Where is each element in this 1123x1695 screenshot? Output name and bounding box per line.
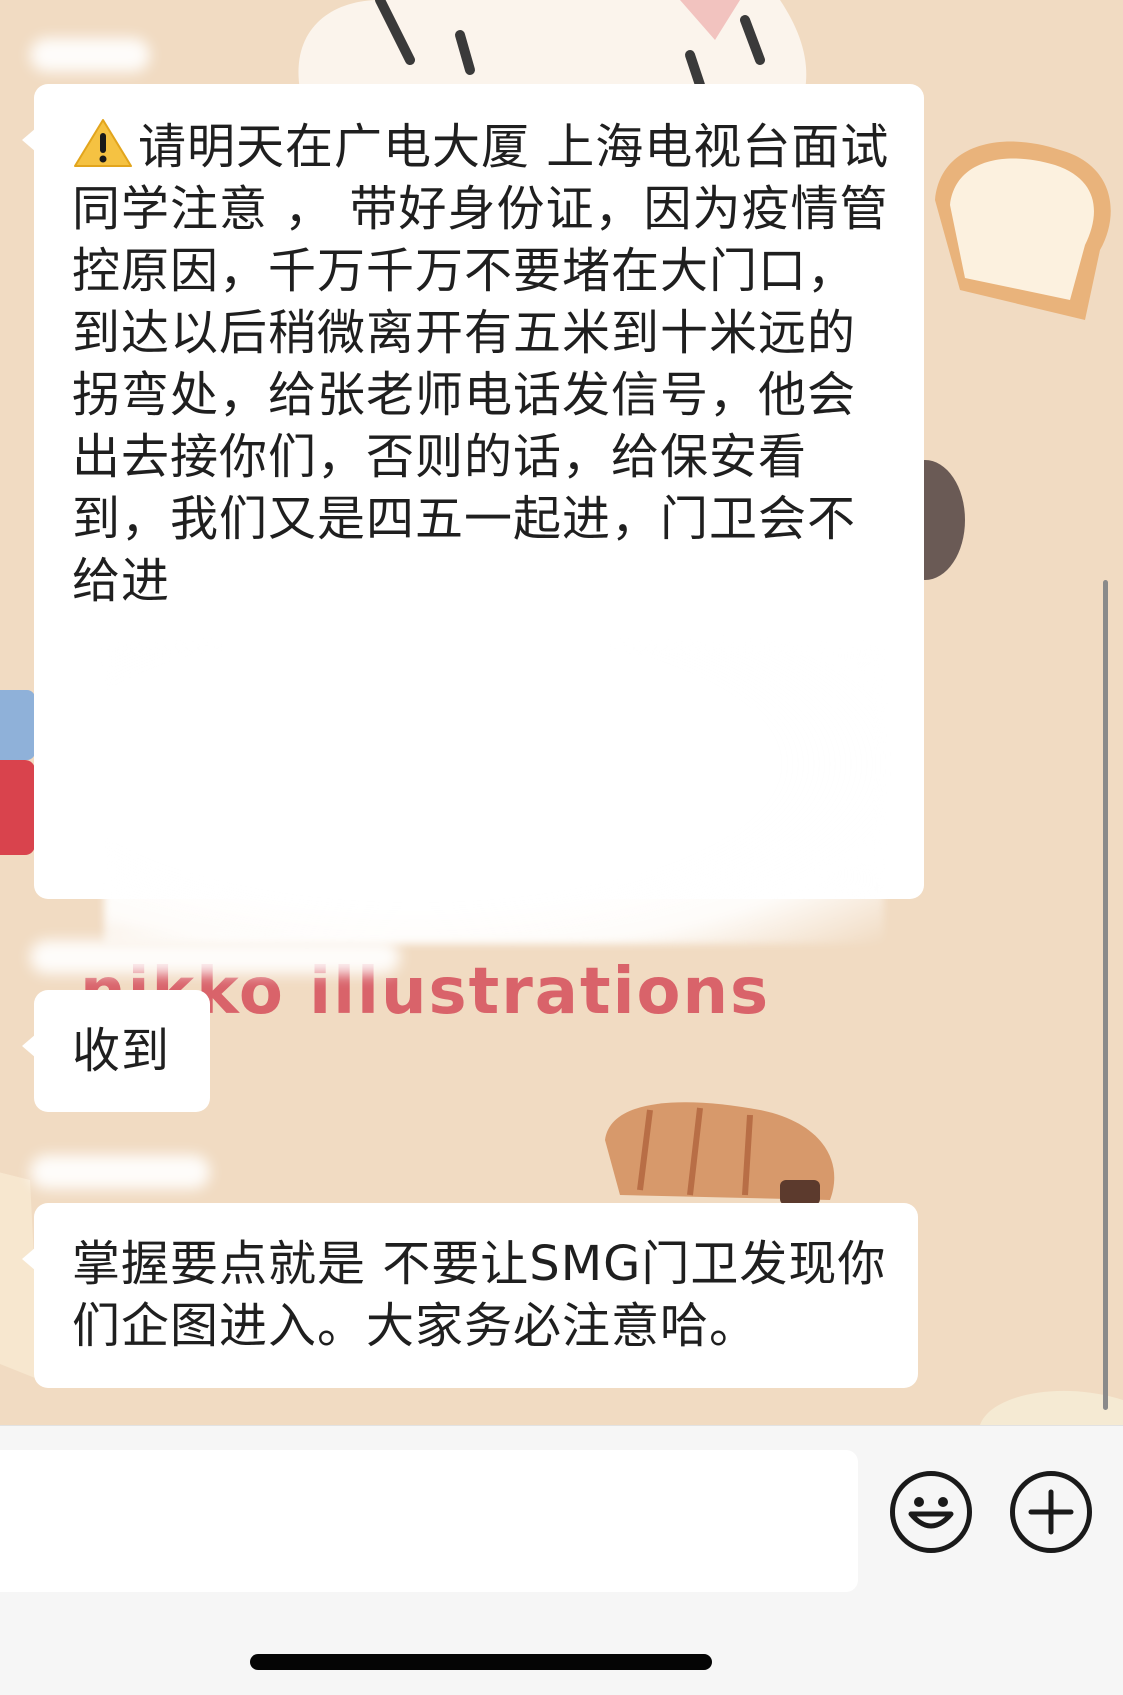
message-bubble[interactable]: 收到 (22, 990, 210, 1112)
redacted-content (104, 644, 884, 944)
cat-illustration (298, 0, 807, 90)
plus-circle-icon[interactable] (1010, 1471, 1092, 1553)
redacted-sender-name (30, 38, 150, 72)
message-text: 掌握要点就是 不要让SMG门卫发现你们企图进入。大家务必注意哈。 (72, 1236, 887, 1354)
chat-input-bar (0, 1425, 1123, 1695)
toast-illustration (935, 141, 1111, 320)
message-bubble[interactable]: 掌握要点就是 不要让SMG门卫发现你们企图进入。大家务必注意哈。 (22, 1203, 918, 1388)
scrollbar[interactable] (1103, 580, 1108, 1410)
message-text: 收到 (72, 1023, 171, 1079)
warning-icon (72, 117, 134, 169)
redacted-sender-name (30, 940, 400, 974)
emoji-icon[interactable] (890, 1471, 972, 1553)
message-text-content: 请明天在广电大厦 上海电视台面试同学注意 ， 带好身份证，因为疫情管控原因，千万… (72, 119, 890, 609)
redacted-sender-name (30, 1155, 210, 1189)
home-indicator[interactable] (250, 1654, 712, 1670)
jam-jar-illustration (0, 690, 35, 855)
message-input[interactable] (0, 1450, 858, 1592)
message-bubble[interactable]: 请明天在广电大厦 上海电视台面试同学注意 ， 带好身份证，因为疫情管控原因，千万… (22, 84, 924, 944)
message-text: 请明天在广电大厦 上海电视台面试同学注意 ， 带好身份证，因为疫情管控原因，千万… (72, 116, 892, 612)
croissant-illustration (605, 1102, 835, 1205)
